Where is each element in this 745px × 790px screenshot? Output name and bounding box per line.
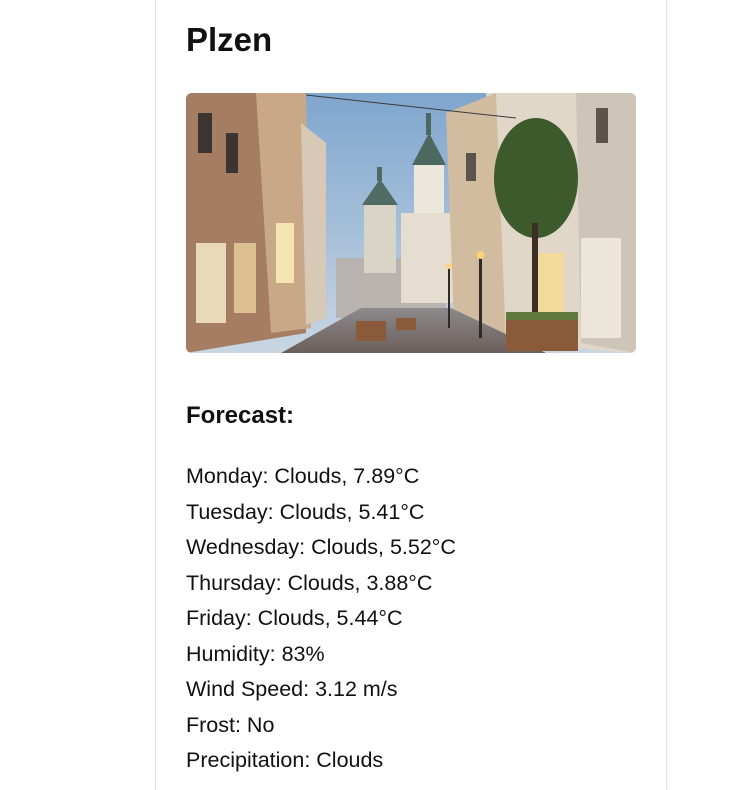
forecast-item-wednesday: Wednesday: Clouds, 5.52°C (186, 535, 456, 559)
forecast-item-monday: Monday: Clouds, 7.89°C (186, 464, 420, 488)
precipitation-item: Precipitation: Clouds (186, 748, 384, 772)
city-title: Plzen (186, 21, 273, 58)
forecast-item-thursday: Thursday: Clouds, 3.88°C (186, 570, 433, 595)
forecast-list: Monday: Clouds, 7.89°C Tuesday: Clouds, … (186, 459, 456, 779)
city-street-image (186, 93, 636, 353)
city-photo (186, 93, 636, 353)
frost-item: Frost: No (186, 712, 275, 737)
forecast-item-tuesday: Tuesday: Clouds, 5.41°C (186, 499, 425, 524)
weather-card: Plzen Forecast: Monday: Clouds, 7.89°C T… (155, 0, 667, 790)
forecast-item-friday: Friday: Clouds, 5.44°C (186, 606, 403, 630)
forecast-heading: Forecast: (186, 402, 295, 429)
wind-speed-item: Wind Speed: 3.12 m/s (186, 677, 398, 701)
humidity-item: Humidity: 83% (186, 641, 325, 666)
